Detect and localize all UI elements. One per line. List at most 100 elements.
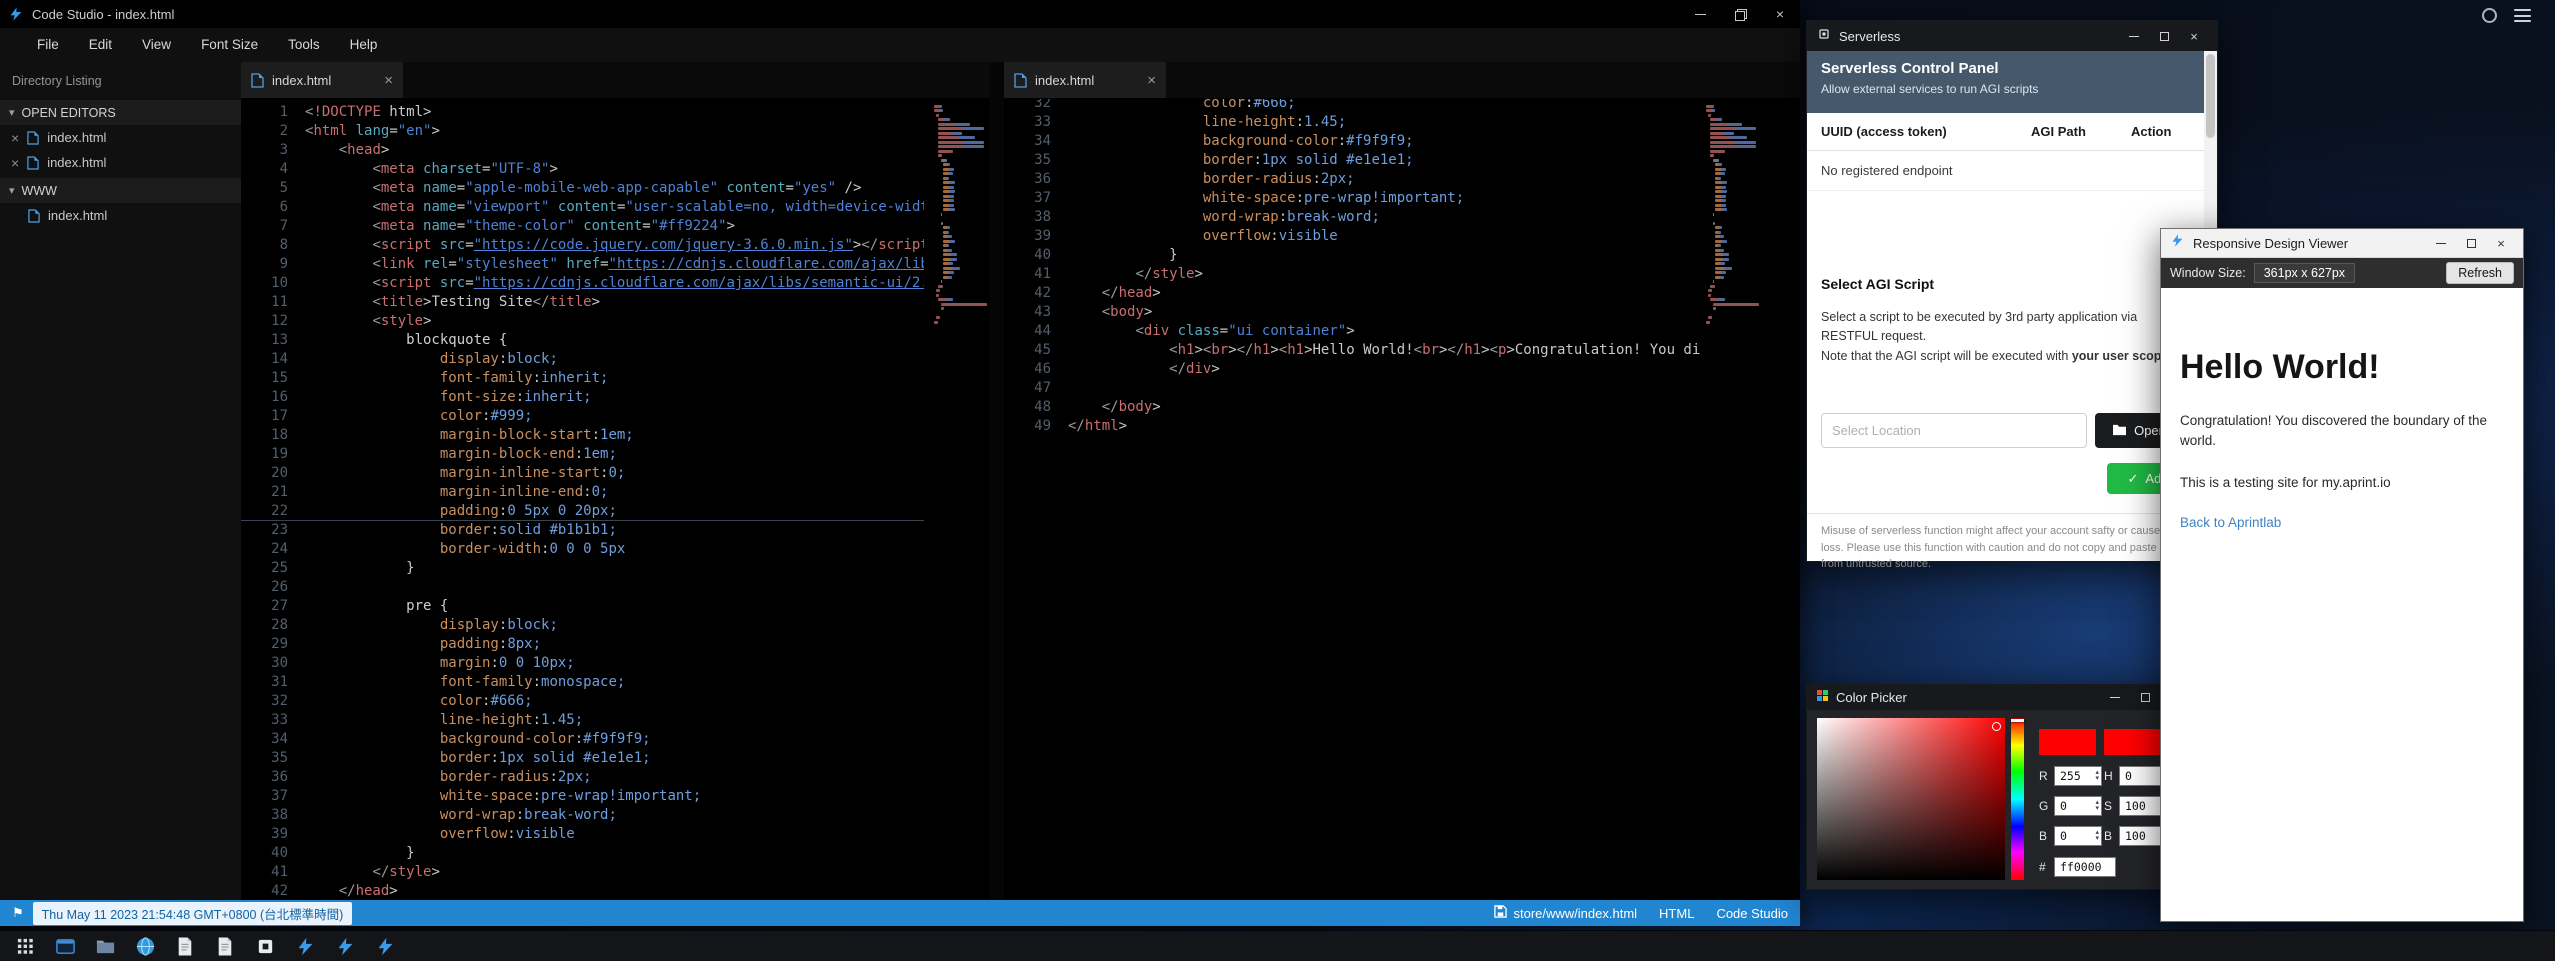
code-line[interactable]: 42 </head>: [1004, 284, 1700, 303]
responsive-viewer-titlebar[interactable]: Responsive Design Viewer ×: [2161, 229, 2523, 258]
code-line[interactable]: 35 border:1px solid #e1e1e1;: [241, 749, 924, 768]
code-line[interactable]: 31 font-family:monospace;: [241, 673, 924, 692]
refresh-button[interactable]: Refresh: [2446, 262, 2514, 284]
code-line[interactable]: 49</html>: [1004, 417, 1700, 436]
code-line[interactable]: 33 line-height:1.45;: [241, 711, 924, 730]
close-button[interactable]: ×: [1760, 0, 1800, 28]
menu-help[interactable]: Help: [335, 28, 393, 62]
maximize-button[interactable]: [2151, 25, 2177, 47]
restore-button[interactable]: [1720, 0, 1760, 28]
code-line[interactable]: 34 background-color:#f9f9f9;: [241, 730, 924, 749]
color-cursor[interactable]: [1992, 722, 2001, 731]
code-line[interactable]: 9 <link rel="stylesheet" href="https://c…: [241, 255, 924, 274]
code-line[interactable]: 28 display:block;: [241, 616, 924, 635]
minimize-button[interactable]: [2102, 687, 2128, 709]
cp-field-input[interactable]: 0▴▾: [2054, 796, 2102, 816]
start-menu-icon[interactable]: [10, 933, 40, 960]
code-line[interactable]: 5 <meta name="apple-mobile-web-app-capab…: [241, 179, 924, 198]
code-line[interactable]: 39 overflow:visible: [241, 825, 924, 844]
code-line[interactable]: 36 border-radius:2px;: [241, 768, 924, 787]
code-line[interactable]: 2<html lang="en">: [241, 122, 924, 141]
code-line[interactable]: 24 border-width:0 0 0 5px: [241, 540, 924, 559]
terminal-window-icon[interactable]: [50, 933, 80, 960]
code-line[interactable]: 35 border:1px solid #e1e1e1;: [1004, 151, 1700, 170]
menu-font-size[interactable]: Font Size: [186, 28, 273, 62]
close-icon[interactable]: ×: [384, 73, 393, 88]
code-line[interactable]: 19 margin-block-end:1em;: [241, 445, 924, 464]
window-size-value[interactable]: 361px x 627px: [2254, 263, 2355, 283]
minimize-button[interactable]: [1680, 0, 1720, 28]
code-line[interactable]: 48 </body>: [1004, 398, 1700, 417]
saturation-value-picker[interactable]: [1817, 718, 2005, 880]
titlebar[interactable]: Code Studio - index.html ×: [0, 0, 1800, 28]
statusbar-datetime[interactable]: Thu May 11 2023 21:54:48 GMT+0800 (台北標準時…: [33, 902, 353, 925]
code-line[interactable]: 17 color:#999;: [241, 407, 924, 426]
stepper-arrows[interactable]: ▴▾: [2095, 800, 2099, 812]
color-picker-titlebar[interactable]: Color Picker ×: [1807, 685, 2197, 710]
hue-slider[interactable]: [2011, 718, 2024, 880]
code-line[interactable]: 37 white-space:pre-wrap!important;: [241, 787, 924, 806]
close-icon[interactable]: ×: [11, 156, 19, 170]
close-icon[interactable]: ×: [11, 131, 19, 145]
menu-tools[interactable]: Tools: [273, 28, 335, 62]
code-line[interactable]: 6 <meta name="viewport" content="user-sc…: [241, 198, 924, 217]
code-line[interactable]: 3 <head>: [241, 141, 924, 160]
code-line[interactable]: 36 border-radius:2px;: [1004, 170, 1700, 189]
code-line[interactable]: 15 font-family:inherit;: [241, 369, 924, 388]
document-2-icon[interactable]: [210, 933, 240, 960]
tab-index-html-1[interactable]: index.html ×: [241, 62, 403, 98]
stepper-arrows[interactable]: ▴▾: [2095, 770, 2099, 782]
code-studio-2-icon[interactable]: [330, 933, 360, 960]
code-line[interactable]: 10 <script src="https://cdnjs.cloudflare…: [241, 274, 924, 293]
hex-input[interactable]: ff0000: [2054, 857, 2116, 877]
code-studio-1-icon[interactable]: [290, 933, 320, 960]
sidebar-item-index-html[interactable]: ×index.html: [0, 150, 241, 175]
sidebar-section-open-editors[interactable]: ▾OPEN EDITORS: [0, 100, 241, 125]
cp-field-input[interactable]: 0▴▾: [2054, 826, 2102, 846]
file-manager-icon[interactable]: [90, 933, 120, 960]
code-line[interactable]: 18 margin-block-start:1em;: [241, 426, 924, 445]
code-line[interactable]: 23 border:solid #b1b1b1;: [241, 521, 924, 540]
stepper-arrows[interactable]: ▴▾: [2095, 830, 2099, 842]
code-line[interactable]: 14 display:block;: [241, 350, 924, 369]
code-line[interactable]: 34 background-color:#f9f9f9;: [1004, 132, 1700, 151]
code-line[interactable]: 45 <h1><br></h1><h1>Hello World!<br></h1…: [1004, 341, 1700, 360]
code-line[interactable]: 47: [1004, 379, 1700, 398]
code-line[interactable]: 44 <div class="ui container">: [1004, 322, 1700, 341]
code-line[interactable]: 33 line-height:1.45;: [1004, 113, 1700, 132]
code-line[interactable]: 26: [241, 578, 924, 597]
code-line[interactable]: 29 padding:8px;: [241, 635, 924, 654]
minimize-button[interactable]: [2428, 232, 2454, 254]
code-line[interactable]: 37 white-space:pre-wrap!important;: [1004, 189, 1700, 208]
code-line[interactable]: 38 word-wrap:break-word;: [1004, 208, 1700, 227]
code-line[interactable]: 43 <body>: [1004, 303, 1700, 322]
code-line[interactable]: 38 word-wrap:break-word;: [241, 806, 924, 825]
statusbar-language[interactable]: HTML: [1659, 906, 1694, 921]
minimize-button[interactable]: [2121, 25, 2147, 47]
code-studio-3-icon[interactable]: [370, 933, 400, 960]
code-line[interactable]: 41 </style>: [241, 863, 924, 882]
code-line[interactable]: 4 <meta charset="UTF-8">: [241, 160, 924, 179]
menu-view[interactable]: View: [127, 28, 186, 62]
statusbar-file-path[interactable]: store/www/index.html: [1494, 905, 1638, 921]
editor-2[interactable]: 32 color:#666;33 line-height:1.45;34 bac…: [1004, 99, 1800, 900]
code-line[interactable]: 41 </style>: [1004, 265, 1700, 284]
code-line[interactable]: 13 blockquote {: [241, 331, 924, 350]
document-1-icon[interactable]: [170, 933, 200, 960]
close-button[interactable]: ×: [2181, 25, 2207, 47]
code-line[interactable]: 39 overflow:visible: [1004, 227, 1700, 246]
app-chip-icon[interactable]: [250, 933, 280, 960]
tab-index-html-2[interactable]: index.html ×: [1004, 62, 1166, 98]
code-line[interactable]: 40 }: [241, 844, 924, 863]
minimap-0[interactable]: [934, 103, 982, 325]
code-line[interactable]: 8 <script src="https://code.jquery.com/j…: [241, 236, 924, 255]
sidebar-item-index-html[interactable]: ×index.html: [0, 125, 241, 150]
code-line[interactable]: 11 <title>Testing Site</title>: [241, 293, 924, 312]
sidebar-item-index-html[interactable]: index.html: [0, 203, 241, 228]
code-line[interactable]: 32 color:#666;: [1004, 99, 1700, 113]
code-line[interactable]: 32 color:#666;: [241, 692, 924, 711]
code-line[interactable]: 46 </div>: [1004, 360, 1700, 379]
code-line[interactable]: 42 </head>: [241, 882, 924, 900]
code-line[interactable]: 16 font-size:inherit;: [241, 388, 924, 407]
maximize-button[interactable]: [2132, 687, 2158, 709]
